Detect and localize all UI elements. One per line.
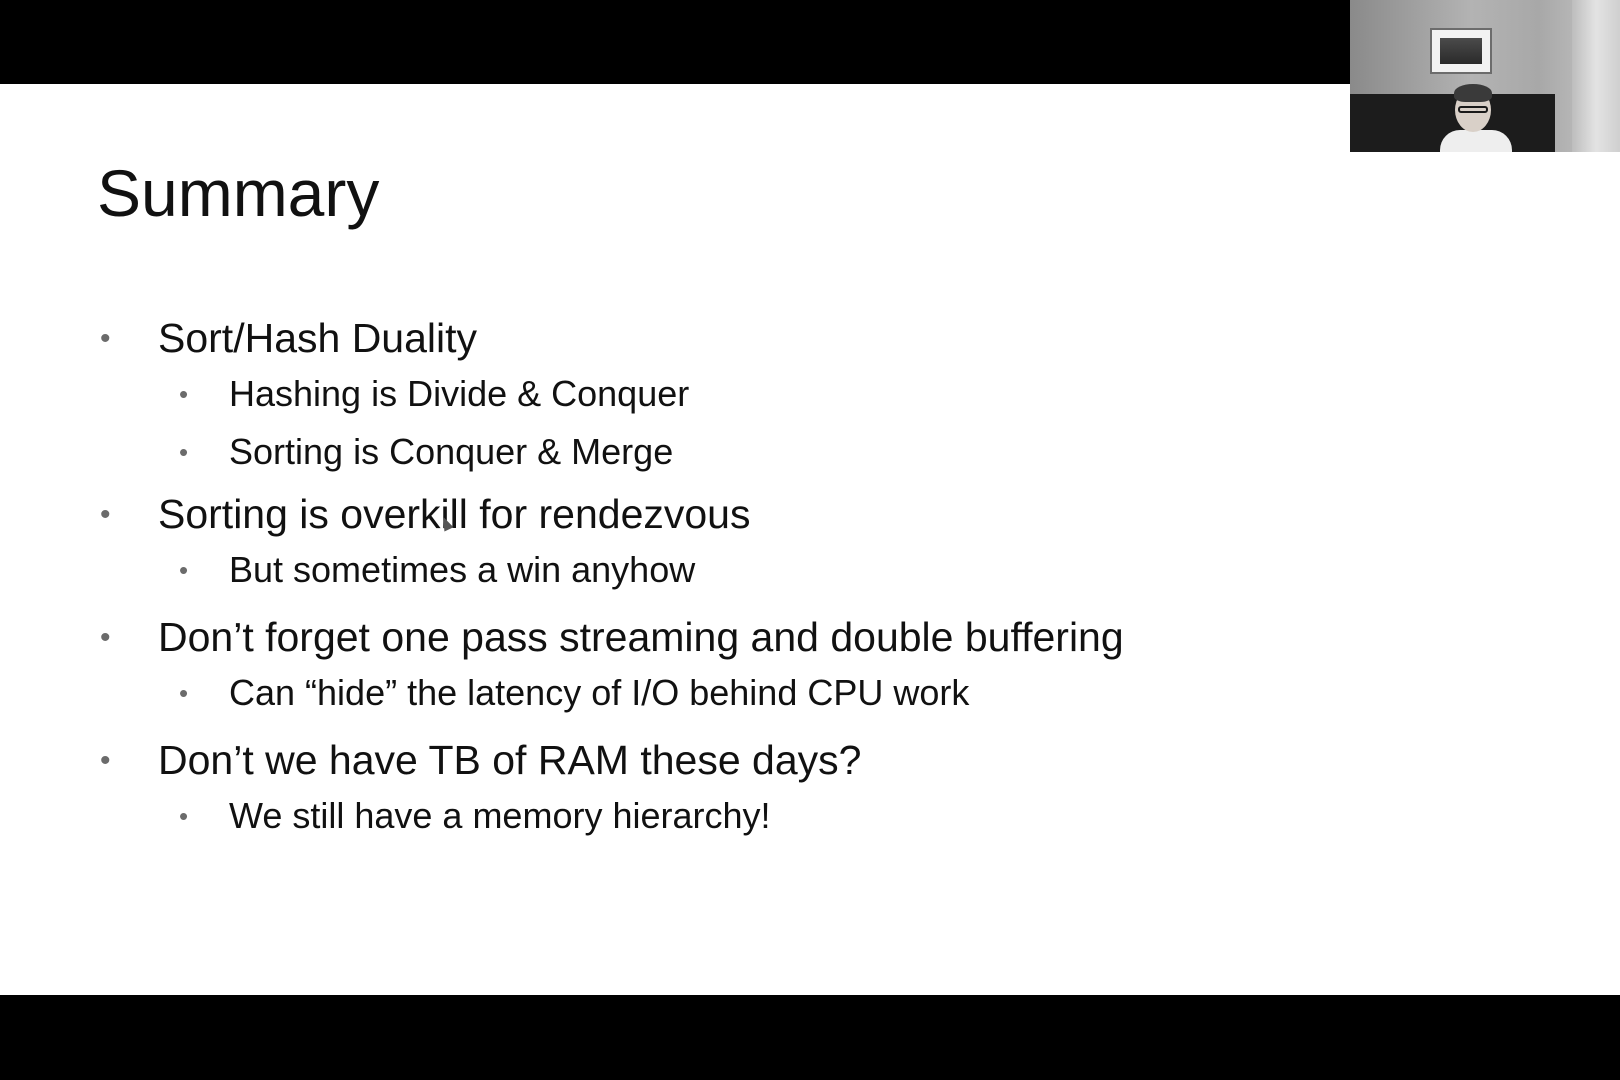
bullet-list: • Sort/Hash Duality • Hashing is Divide … bbox=[0, 84, 1620, 995]
bullet-text: Sorting is Conquer & Merge bbox=[229, 431, 674, 472]
bullet-item: • Don’t forget one pass streaming and do… bbox=[100, 614, 1124, 660]
bullet-text: We still have a memory hierarchy! bbox=[229, 795, 771, 836]
bullet-dot: • bbox=[100, 498, 111, 531]
bullet-dot: • bbox=[179, 678, 189, 708]
webcam-curtain bbox=[1572, 0, 1620, 152]
webcam-person-hair bbox=[1454, 84, 1492, 102]
bullet-item: • Hashing is Divide & Conquer bbox=[179, 373, 690, 414]
bullet-item: • Can “hide” the latency of I/O behind C… bbox=[179, 672, 970, 713]
bullet-item: • We still have a memory hierarchy! bbox=[179, 795, 771, 836]
bullet-dot: • bbox=[100, 621, 111, 654]
bullet-text: Can “hide” the latency of I/O behind CPU… bbox=[229, 672, 970, 713]
webcam-person-glasses bbox=[1458, 106, 1488, 113]
video-screen: Summary • Sort/Hash Duality • Hashing is… bbox=[0, 0, 1620, 1080]
bullet-text: Hashing is Divide & Conquer bbox=[229, 373, 690, 414]
webcam-picture-frame bbox=[1430, 28, 1492, 74]
bullet-item: • Sorting is Conquer & Merge bbox=[179, 431, 674, 472]
bullet-item: • Sort/Hash Duality bbox=[100, 315, 478, 361]
bullet-item: • Sorting is overkill for rendezvous bbox=[100, 491, 751, 537]
bullet-text: Don’t forget one pass streaming and doub… bbox=[158, 614, 1124, 660]
presentation-slide: Summary • Sort/Hash Duality • Hashing is… bbox=[0, 84, 1620, 995]
bullet-dot: • bbox=[179, 379, 189, 409]
bullet-dot: • bbox=[100, 744, 111, 777]
bullet-dot: • bbox=[179, 555, 189, 585]
bullet-item: • But sometimes a win anyhow bbox=[179, 549, 696, 590]
webcam-thumbnail[interactable] bbox=[1350, 0, 1620, 152]
webcam-person-shirt bbox=[1440, 130, 1512, 152]
bullet-item: • Don’t we have TB of RAM these days? bbox=[100, 737, 862, 783]
bullet-text: Don’t we have TB of RAM these days? bbox=[158, 737, 862, 783]
bullet-dot: • bbox=[179, 437, 189, 467]
bullet-text: Sort/Hash Duality bbox=[158, 315, 478, 361]
bullet-text: Sorting is overkill for rendezvous bbox=[158, 491, 751, 537]
bullet-text: But sometimes a win anyhow bbox=[229, 549, 696, 590]
bullet-dot: • bbox=[179, 801, 189, 831]
bullet-dot: • bbox=[100, 322, 111, 355]
